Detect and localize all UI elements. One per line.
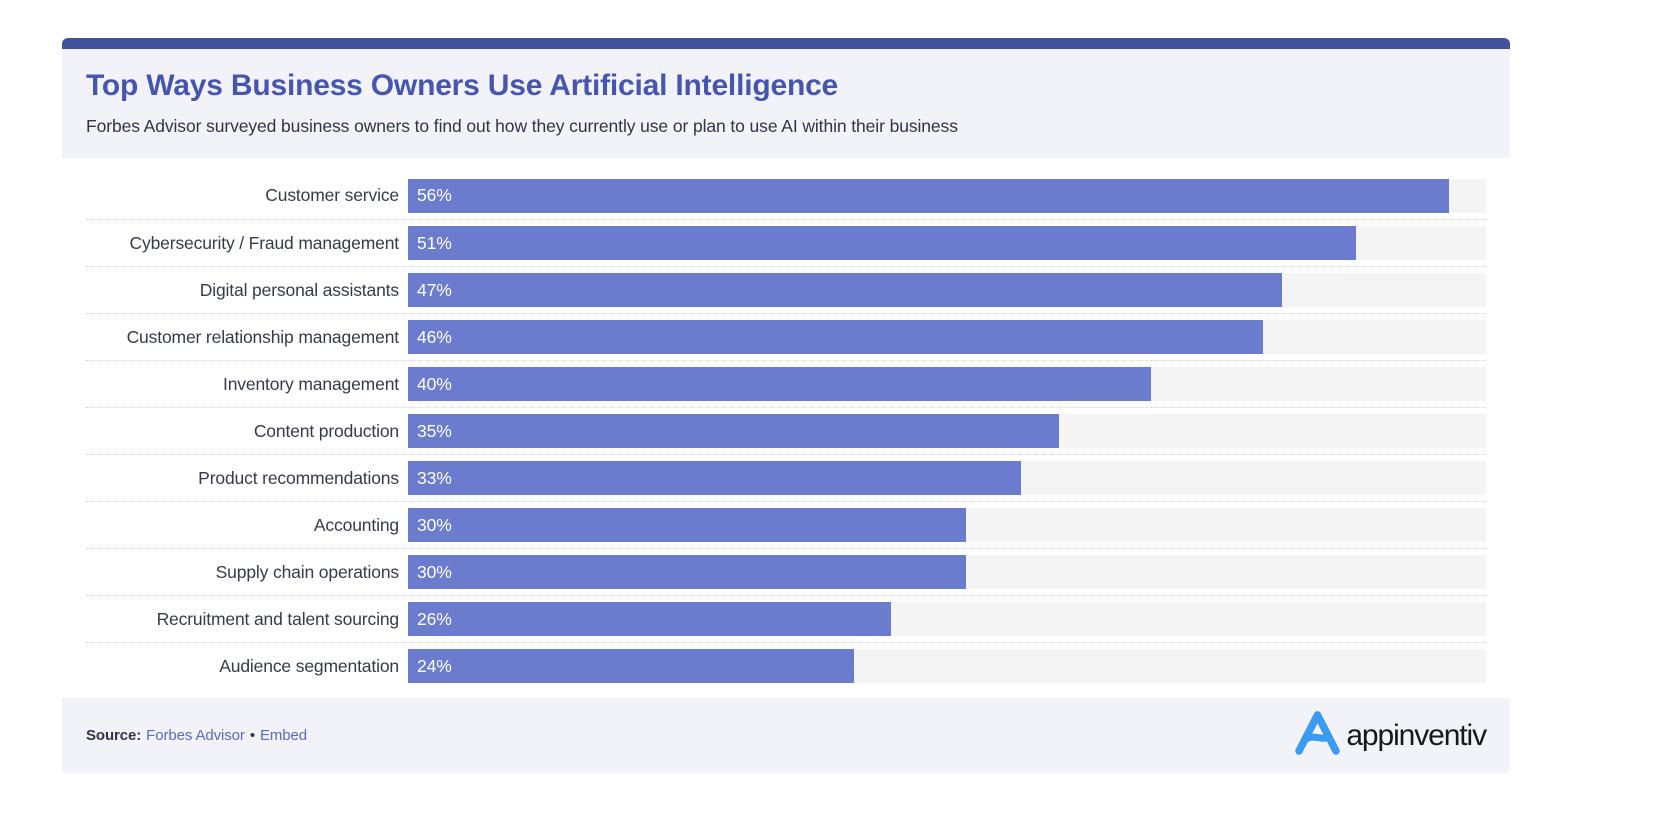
category-label: Customer relationship management: [126, 326, 400, 347]
embed-link[interactable]: Embed: [260, 727, 307, 744]
bar-value-label: 51%: [417, 232, 452, 253]
category-label: Audience segmentation: [219, 655, 399, 676]
source-separator: •: [249, 727, 255, 744]
category-label: Content production: [253, 420, 399, 441]
bar-track: 35%: [408, 414, 1486, 448]
chart-row: Inventory management 40%: [86, 360, 1486, 407]
bar-chart: Customer service 56% Cybersecurity / Fraud…: [62, 158, 1510, 698]
chart-row: Recruitment and talent sourcing 26%: [86, 595, 1486, 642]
category-label: Cybersecurity / Fraud management: [129, 232, 400, 253]
bar: 33%: [408, 461, 1022, 495]
chart-row: Customer relationship management 46%: [86, 313, 1486, 360]
chart-row: Supply chain operations 30%: [86, 548, 1486, 595]
bar: 30%: [408, 508, 966, 542]
bar-track: 47%: [408, 273, 1486, 307]
bar-track: 40%: [408, 367, 1486, 401]
bar-value-label: 47%: [417, 279, 452, 300]
bar-value-label: 56%: [417, 185, 452, 205]
bar-track: 30%: [408, 508, 1486, 542]
bar: 24%: [408, 649, 855, 683]
bar-value-label: 35%: [417, 420, 452, 441]
bar-value-label: 24%: [417, 655, 452, 676]
chart-header: Top Ways Business Owners Use Artificial …: [62, 49, 1510, 158]
category-label: Customer service: [265, 185, 399, 205]
bar-track: 30%: [408, 555, 1486, 589]
bar-value-label: 33%: [417, 467, 452, 488]
appinventiv-logo[interactable]: appinventiv: [1292, 710, 1487, 761]
category-label: Supply chain operations: [215, 561, 399, 582]
chart-row: Cybersecurity / Fraud management 51%: [86, 219, 1486, 266]
chart-row: Digital personal assistants 47%: [86, 266, 1486, 313]
bar: 46%: [408, 320, 1263, 354]
chart-footer: Source: Forbes Advisor • Embed appinvent…: [62, 698, 1510, 773]
source-label: Source:: [86, 727, 142, 744]
bar-track: 33%: [408, 461, 1486, 495]
source-line: Source: Forbes Advisor • Embed: [86, 727, 307, 744]
bar: 26%: [408, 602, 892, 636]
bar-value-label: 46%: [417, 326, 452, 347]
bar: 40%: [408, 367, 1152, 401]
bar-value-label: 40%: [417, 373, 452, 394]
chart-row: Content production 35%: [86, 407, 1486, 454]
category-label: Recruitment and talent sourcing: [156, 608, 400, 629]
bar-track: 26%: [408, 602, 1486, 636]
bar: 51%: [408, 226, 1356, 260]
category-label: Accounting: [313, 514, 399, 535]
chart-row: Accounting 30%: [86, 501, 1486, 548]
accent-bar: [62, 38, 1510, 49]
bar-value-label: 30%: [417, 561, 452, 582]
bar-track: 56%: [408, 178, 1486, 213]
bar: 35%: [408, 414, 1059, 448]
appinventiv-a-mark-icon: [1292, 710, 1342, 761]
chart-row: Audience segmentation 24%: [86, 642, 1486, 689]
infographic-root: Top Ways Business Owners Use Artificial …: [0, 0, 1667, 840]
bar-value-label: 30%: [417, 514, 452, 535]
page-title: Top Ways Business Owners Use Artificial …: [86, 69, 839, 102]
category-label: Digital personal assistants: [199, 279, 399, 300]
category-label: Product recommendations: [198, 467, 399, 488]
page-subtitle: Forbes Advisor surveyed business owners …: [86, 115, 958, 136]
bar-value-label: 26%: [417, 608, 452, 629]
chart-row: Product recommendations 33%: [86, 454, 1486, 501]
appinventiv-wordmark: appinventiv: [1346, 718, 1487, 752]
bar-track: 24%: [408, 649, 1486, 683]
bar: 56%: [408, 178, 1449, 213]
bar: 47%: [408, 273, 1282, 307]
chart-card: Top Ways Business Owners Use Artificial …: [62, 38, 1510, 773]
bar-track: 51%: [408, 226, 1486, 260]
chart-row: Customer service 56%: [86, 172, 1486, 219]
source-link-forbes-advisor[interactable]: Forbes Advisor: [146, 727, 245, 744]
bar: 30%: [408, 555, 966, 589]
category-label: Inventory management: [223, 373, 399, 394]
bar-track: 46%: [408, 320, 1486, 354]
